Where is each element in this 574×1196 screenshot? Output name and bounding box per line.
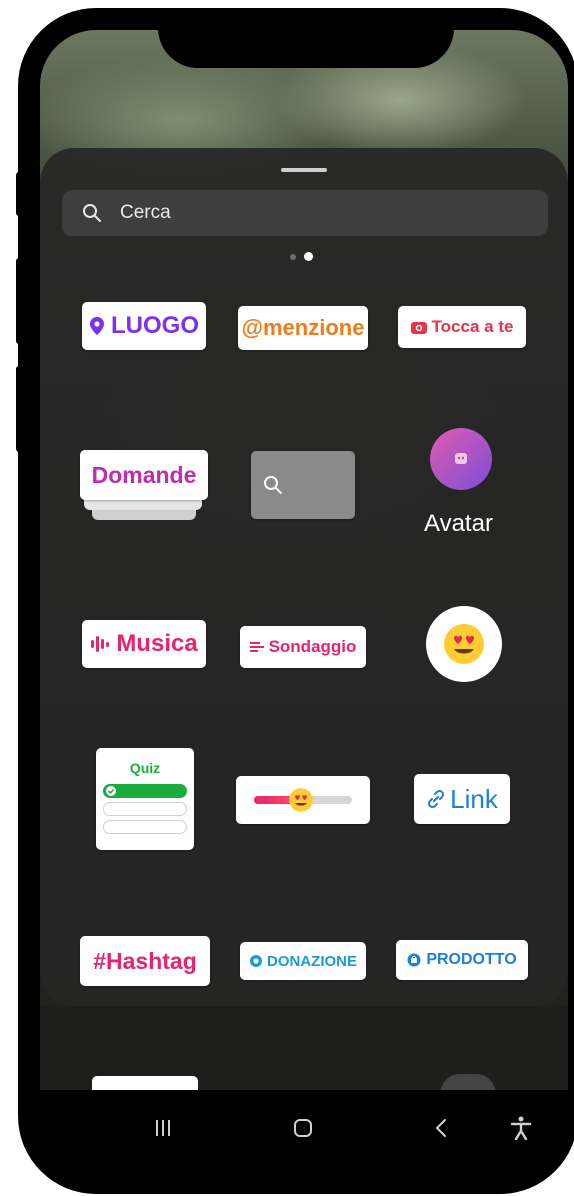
side-button	[16, 366, 24, 452]
quiz-option	[103, 820, 187, 834]
sticker-label: Domande	[91, 461, 197, 488]
phone-screen: Cerca LUOGO @menzione Tocca a te Domande	[40, 30, 568, 1168]
link-sticker[interactable]: Link	[414, 774, 510, 824]
your-turn-sticker[interactable]: Tocca a te	[398, 306, 526, 348]
sticker-label: Quiz	[129, 760, 161, 776]
emoji-reaction-sticker[interactable]	[426, 606, 502, 682]
poll-lines-icon	[249, 642, 264, 652]
quiz-correct-option	[103, 784, 187, 798]
gif-search-sticker[interactable]	[251, 451, 355, 519]
sticker-label: DONAZIONE	[267, 952, 357, 970]
home-icon	[294, 1119, 312, 1137]
product-sticker[interactable]: PRODOTTO	[396, 940, 528, 980]
accessibility-button[interactable]	[506, 1108, 536, 1148]
heart-eyes-emoji-icon	[289, 788, 313, 812]
side-button	[16, 172, 24, 216]
page-indicator	[290, 252, 313, 261]
heart-eyes-emoji-icon	[444, 624, 484, 664]
page-dot	[290, 253, 296, 260]
quiz-option	[103, 802, 187, 816]
search-bar[interactable]: Cerca	[62, 190, 548, 236]
avatar-sticker[interactable]	[430, 428, 492, 490]
music-sticker[interactable]: Musica	[82, 620, 206, 668]
drag-handle[interactable]	[281, 168, 327, 172]
avatar-icon	[455, 453, 467, 464]
sticker-label: Musica	[116, 630, 198, 657]
hashtag-sticker[interactable]: #Hashtag	[80, 936, 210, 986]
check-icon	[106, 786, 116, 796]
mention-sticker[interactable]: @menzione	[238, 306, 368, 350]
home-button[interactable]	[288, 1108, 318, 1148]
search-icon	[83, 204, 101, 222]
quiz-sticker[interactable]: Quiz	[96, 748, 194, 850]
camera-notch	[158, 30, 454, 68]
page-dot-active	[304, 252, 313, 261]
location-pin-icon	[90, 317, 104, 335]
system-navigation-bar	[40, 1090, 568, 1168]
emoji-slider-sticker[interactable]	[236, 776, 370, 824]
link-icon	[428, 789, 445, 809]
music-bars-icon	[91, 636, 110, 652]
accessibility-icon	[510, 1116, 532, 1140]
poll-sticker[interactable]: Sondaggio	[240, 626, 366, 668]
slider-track	[254, 788, 352, 812]
search-icon	[264, 476, 282, 494]
sticker-label: LUOGO	[111, 312, 199, 339]
sticker-label: PRODOTTO	[426, 951, 517, 968]
recent-apps-button[interactable]	[148, 1108, 178, 1148]
sticker-label: Tocca a te	[431, 317, 514, 336]
avatar-label: Avatar	[424, 510, 493, 537]
search-input[interactable]: Cerca	[120, 202, 171, 224]
location-sticker[interactable]: LUOGO	[82, 302, 206, 350]
sticker-label: Sondaggio	[268, 637, 357, 656]
side-button	[16, 258, 24, 344]
sticker-label: #Hashtag	[93, 947, 197, 974]
sticker-tray	[40, 148, 568, 1006]
donation-icon	[250, 955, 262, 967]
recent-apps-icon	[156, 1120, 170, 1136]
sticker-label: Link	[450, 783, 498, 814]
back-button[interactable]	[426, 1108, 456, 1148]
questions-sticker[interactable]: Domande	[80, 450, 208, 500]
shopping-bag-icon	[407, 953, 421, 967]
sticker-label: @menzione	[241, 315, 365, 340]
back-icon	[435, 1119, 446, 1137]
camera-icon	[410, 322, 427, 334]
donation-sticker[interactable]: DONAZIONE	[240, 942, 366, 980]
